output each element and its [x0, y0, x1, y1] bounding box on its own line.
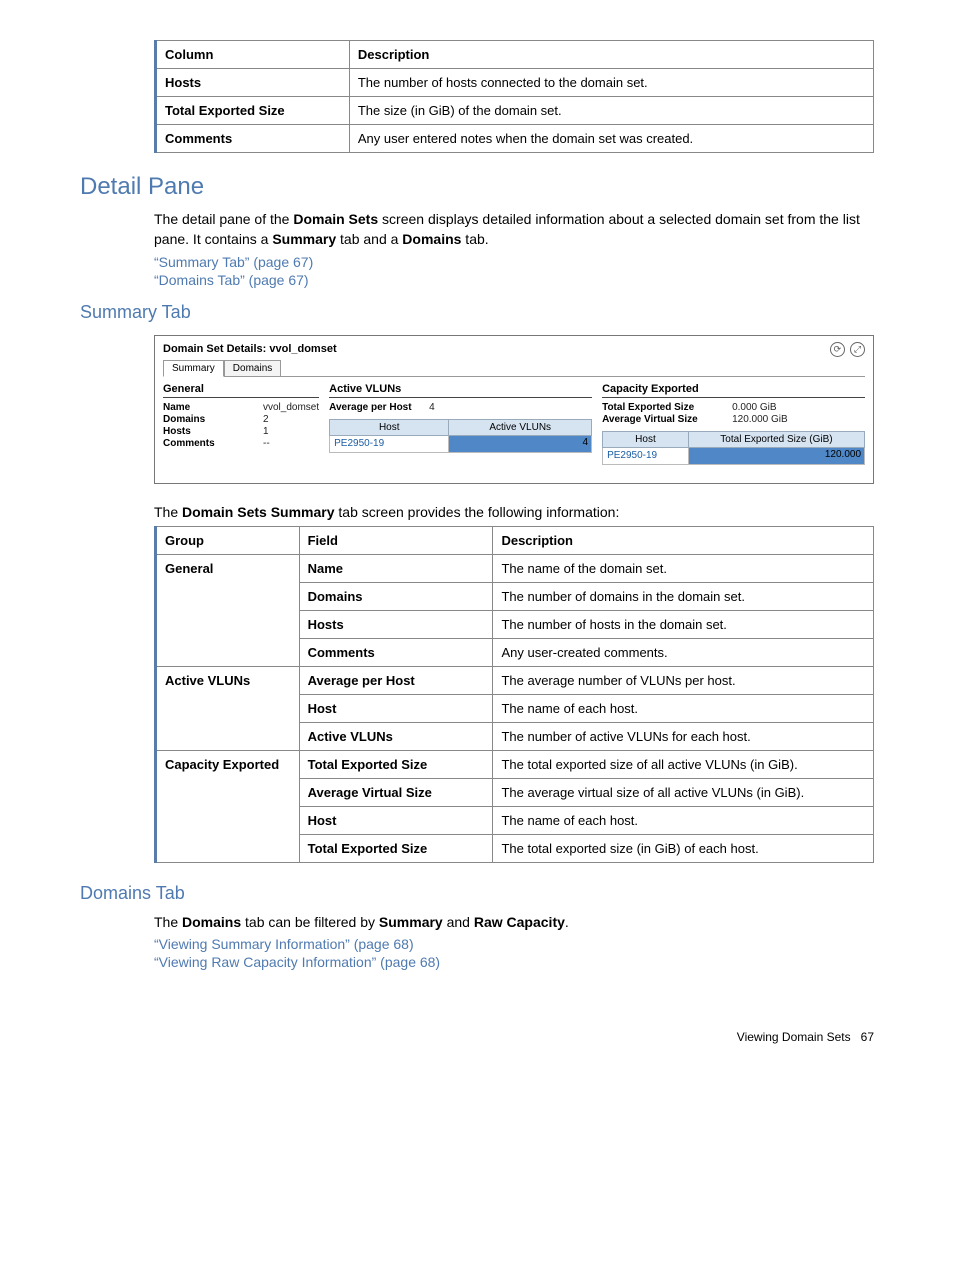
- link-domains-tab[interactable]: “Domains Tab” (page 67): [154, 272, 309, 288]
- screenshot-corner-icons: ⟳ ⤢: [828, 342, 865, 357]
- th-description: Description: [349, 41, 873, 69]
- cell-description: The average number of VLUNs per host.: [493, 666, 874, 694]
- cell-field: Average per Host: [299, 666, 493, 694]
- cell-field: Domains: [299, 582, 493, 610]
- page-footer: Viewing Domain Sets 67: [80, 1030, 874, 1044]
- host-link[interactable]: PE2950-19: [330, 435, 449, 452]
- th-group: Group: [156, 526, 300, 554]
- cell-column: Comments: [156, 125, 350, 153]
- heading-domains-tab: Domains Tab: [80, 883, 874, 904]
- link-viewing-summary[interactable]: “Viewing Summary Information” (page 68): [154, 936, 414, 952]
- capacity-header: Capacity Exported: [602, 383, 865, 398]
- cell-description: The number of domains in the domain set.: [493, 582, 874, 610]
- table-row: Total Exported SizeThe size (in GiB) of …: [156, 97, 874, 125]
- cell-description: The number of hosts connected to the dom…: [349, 69, 873, 97]
- host-link[interactable]: PE2950-19: [603, 447, 689, 464]
- heading-detail-pane: Detail Pane: [80, 173, 874, 201]
- summary-screenshot-panel: Domain Set Details: vvol_domset ⟳ ⤢ Summ…: [154, 335, 874, 484]
- avg-per-host-value: 4: [429, 402, 435, 413]
- cell-description: The name of the domain set.: [493, 554, 874, 582]
- cell-field: Name: [299, 554, 493, 582]
- active-vluns-table: Host Active VLUNs PE2950-19 4: [329, 419, 592, 453]
- cell-description: The average virtual size of all active V…: [493, 778, 874, 806]
- cell-description: The number of hosts in the domain set.: [493, 610, 874, 638]
- th-field: Field: [299, 526, 493, 554]
- cell-description: Any user-created comments.: [493, 638, 874, 666]
- tab-domains[interactable]: Domains: [224, 360, 281, 376]
- refresh-icon[interactable]: ⟳: [830, 342, 845, 357]
- cell-column: Total Exported Size: [156, 97, 350, 125]
- expand-icon[interactable]: ⤢: [850, 342, 865, 357]
- column-desc-table: Column Description HostsThe number of ho…: [154, 40, 874, 153]
- screenshot-tabs: SummaryDomains: [163, 359, 865, 377]
- kv-row: Namevvol_domset: [163, 402, 319, 413]
- cell-group: Active VLUNs: [156, 666, 300, 750]
- th-host: Host: [330, 419, 449, 435]
- table-row: CommentsAny user entered notes when the …: [156, 125, 874, 153]
- cell-description: The name of each host.: [493, 806, 874, 834]
- cell-column: Hosts: [156, 69, 350, 97]
- cell-field: Host: [299, 694, 493, 722]
- general-header: General: [163, 383, 319, 398]
- kv-row: Total Exported Size0.000 GiB: [602, 402, 865, 413]
- cell-field: Average Virtual Size: [299, 778, 493, 806]
- cell-description: Any user entered notes when the domain s…: [349, 125, 873, 153]
- cell-description: The number of active VLUNs for each host…: [493, 722, 874, 750]
- cell-field: Active VLUNs: [299, 722, 493, 750]
- cell-field: Hosts: [299, 610, 493, 638]
- kv-row: Average Virtual Size120.000 GiB: [602, 414, 865, 425]
- table-row: Capacity ExportedTotal Exported SizeThe …: [156, 750, 874, 778]
- cell-field: Host: [299, 806, 493, 834]
- detail-pane-paragraph: The detail pane of the Domain Sets scree…: [154, 209, 874, 250]
- tab-summary[interactable]: Summary: [163, 360, 224, 377]
- summary-intro-paragraph: The Domain Sets Summary tab screen provi…: [154, 502, 874, 522]
- vluns-bar-cell: 4: [449, 435, 592, 452]
- cell-field: Total Exported Size: [299, 750, 493, 778]
- screenshot-title: Domain Set Details: vvol_domset: [163, 343, 337, 355]
- link-summary-tab[interactable]: “Summary Tab” (page 67): [154, 254, 313, 270]
- link-viewing-raw-capacity[interactable]: “Viewing Raw Capacity Information” (page…: [154, 954, 440, 970]
- heading-summary-tab: Summary Tab: [80, 302, 874, 323]
- th-description: Description: [493, 526, 874, 554]
- cell-description: The name of each host.: [493, 694, 874, 722]
- cell-field: Comments: [299, 638, 493, 666]
- kv-row: Comments--: [163, 438, 319, 449]
- kv-row: Domains2: [163, 414, 319, 425]
- avg-per-host-label: Average per Host: [329, 402, 429, 413]
- tes-bar-cell: 120.000: [688, 447, 864, 464]
- th-tes: Total Exported Size (GiB): [688, 431, 864, 447]
- th-host: Host: [603, 431, 689, 447]
- table-row: PE2950-19 4: [330, 435, 592, 452]
- th-column: Column: [156, 41, 350, 69]
- cell-description: The size (in GiB) of the domain set.: [349, 97, 873, 125]
- capacity-table: Host Total Exported Size (GiB) PE2950-19…: [602, 431, 865, 465]
- table-row: Active VLUNsAverage per HostThe average …: [156, 666, 874, 694]
- cell-group: General: [156, 554, 300, 666]
- cell-group: Capacity Exported: [156, 750, 300, 862]
- kv-row: Hosts1: [163, 426, 319, 437]
- th-active-vluns: Active VLUNs: [449, 419, 592, 435]
- cell-description: The total exported size (in GiB) of each…: [493, 834, 874, 862]
- table-row: HostsThe number of hosts connected to th…: [156, 69, 874, 97]
- active-vluns-header: Active VLUNs: [329, 383, 592, 398]
- summary-fields-table: Group Field Description GeneralNameThe n…: [154, 526, 874, 863]
- domains-tab-paragraph: The Domains tab can be filtered by Summa…: [154, 912, 874, 932]
- cell-field: Total Exported Size: [299, 834, 493, 862]
- table-row: PE2950-19 120.000: [603, 447, 865, 464]
- table-row: GeneralNameThe name of the domain set.: [156, 554, 874, 582]
- cell-description: The total exported size of all active VL…: [493, 750, 874, 778]
